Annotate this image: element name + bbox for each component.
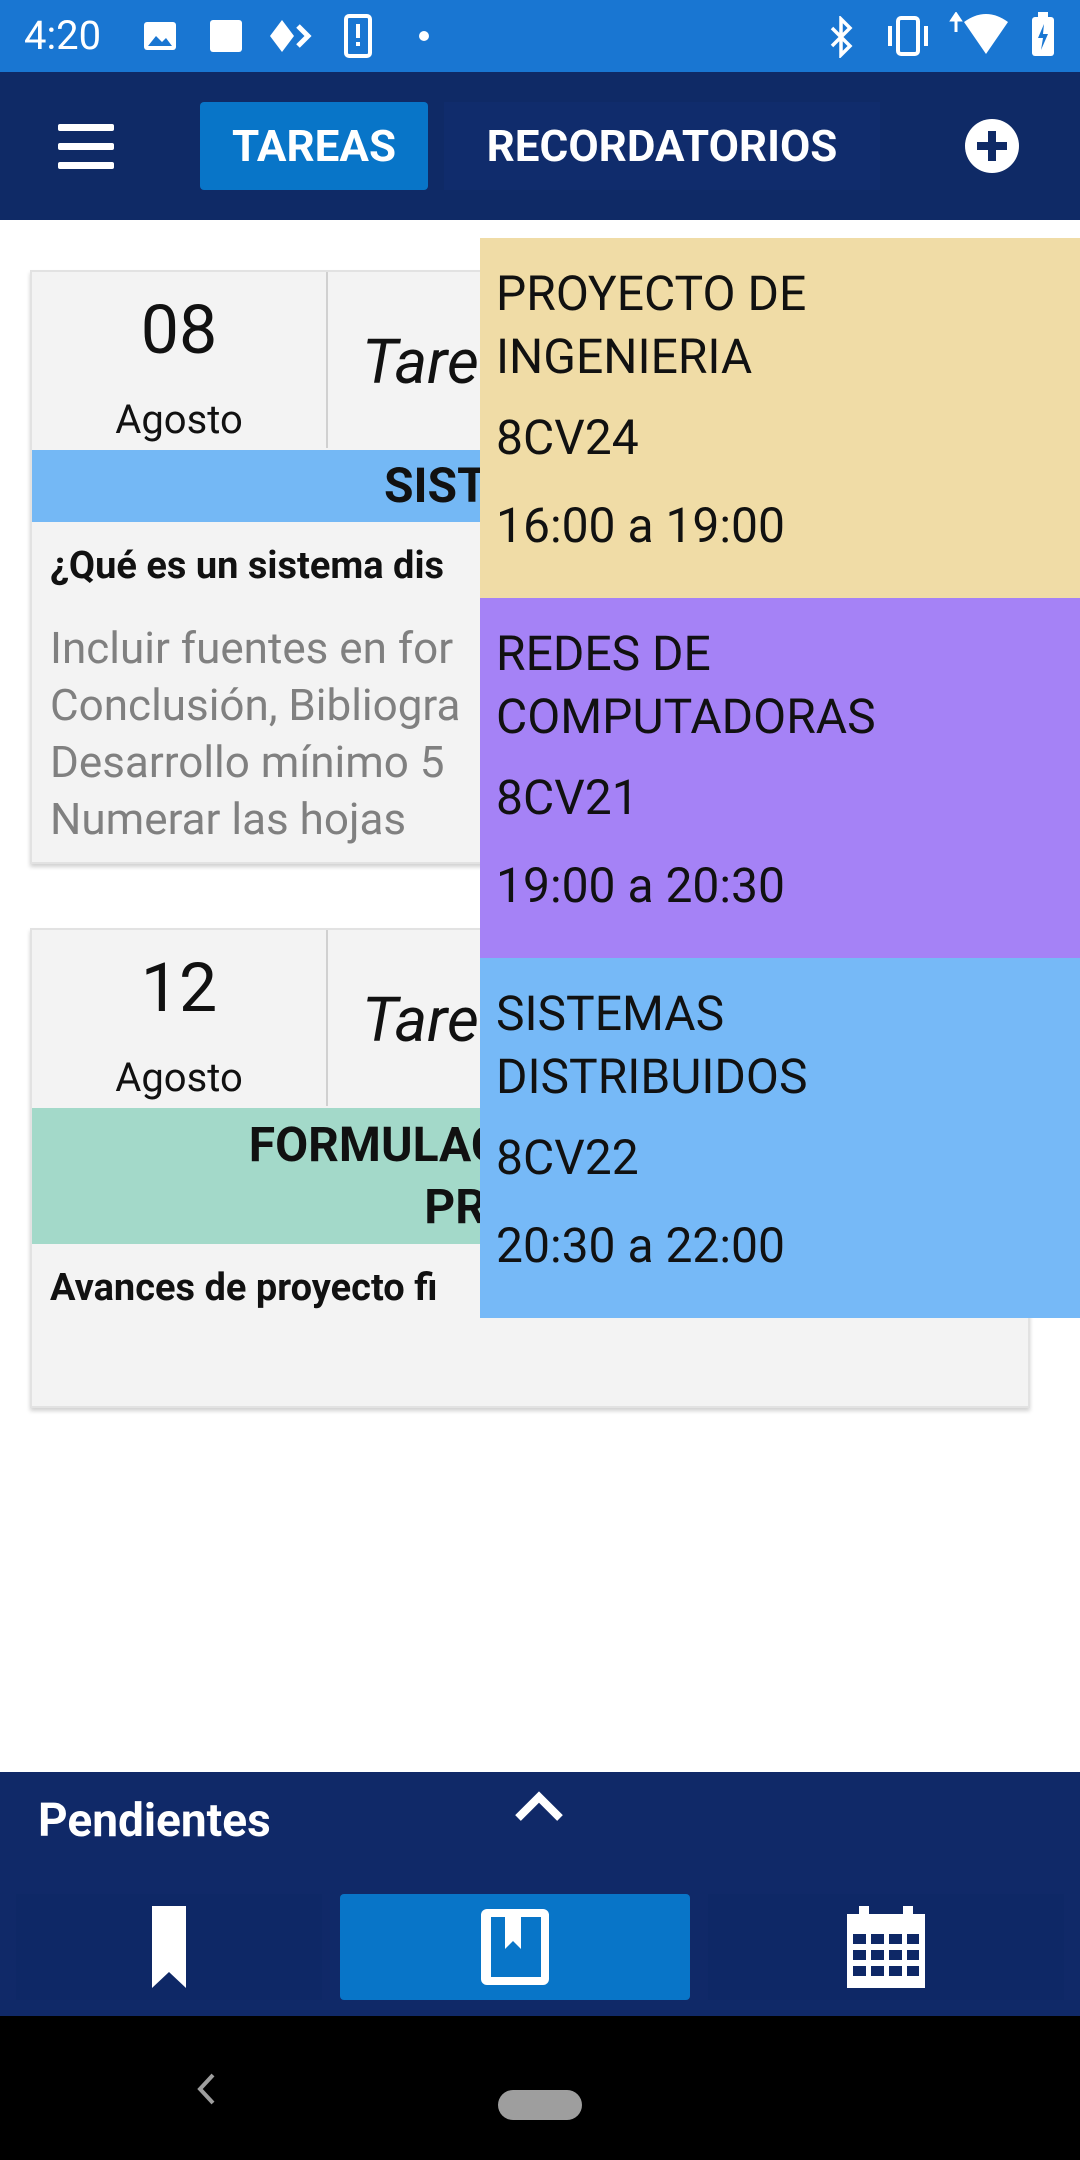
- task-title: Avances de proyecto fi: [50, 1266, 438, 1310]
- task-kind: Tare: [362, 326, 479, 399]
- schedule-subject-line: INGENIERIA: [496, 328, 753, 385]
- task-date: 08 Agosto: [32, 272, 328, 448]
- tab-recordatorios[interactable]: RECORDATORIOS: [444, 102, 880, 190]
- schedule-group: 8CV21: [496, 769, 639, 826]
- description-line: Conclusión, Bibliogra: [50, 679, 461, 731]
- schedule-subject: SISTEMAS DISTRIBUIDOS: [496, 982, 1064, 1108]
- diamond-icon: [270, 20, 312, 52]
- description-line: Numerar las hojas: [50, 793, 407, 845]
- schedule-subject-line: PROYECTO DE: [496, 265, 807, 322]
- schedule-item[interactable]: SISTEMAS DISTRIBUIDOS 8CV22 20:30 a 22:00: [480, 958, 1080, 1318]
- square-icon: [210, 20, 242, 52]
- tab-tareas[interactable]: TAREAS: [200, 102, 428, 190]
- schedule-subject: REDES DE COMPUTADORAS: [496, 622, 1064, 748]
- image-icon: [144, 22, 176, 50]
- task-date: 12 Agosto: [32, 930, 328, 1106]
- description-line: Incluir fuentes en for: [50, 622, 454, 674]
- nav-bookmark-button[interactable]: [16, 1894, 322, 2000]
- dot-icon: [419, 31, 429, 41]
- nav-calendar-button[interactable]: [708, 1894, 1064, 2000]
- schedule-subject-line: COMPUTADORAS: [496, 688, 876, 745]
- bluetooth-icon: [830, 16, 853, 58]
- calendar-icon: [847, 1906, 925, 1988]
- task-kind: Tare: [362, 984, 479, 1057]
- schedule-group: 8CV24: [496, 409, 639, 466]
- schedule-subject-line: SISTEMAS: [496, 985, 725, 1042]
- task-title: ¿Qué es un sistema dis: [50, 544, 445, 588]
- bookmark-icon: [152, 1906, 186, 1988]
- schedule-item[interactable]: PROYECTO DE INGENIERIA 8CV24 16:00 a 19:0…: [480, 238, 1080, 598]
- task-day: 08: [140, 290, 218, 370]
- schedule-subject: PROYECTO DE INGENIERIA: [496, 262, 1064, 388]
- schedule-time: 16:00 a 19:00: [496, 497, 785, 554]
- vibrate-icon: [888, 16, 928, 56]
- add-icon[interactable]: [964, 118, 1020, 174]
- pending-panel: Pendientes: [0, 1772, 1080, 2016]
- schedule-panel: PROYECTO DE INGENIERIA 8CV24 16:00 a 19:0…: [480, 238, 1080, 1318]
- task-month: Agosto: [115, 1054, 243, 1101]
- wifi-icon: [949, 12, 1008, 54]
- pending-label: Pendientes: [38, 1794, 271, 1848]
- home-button[interactable]: [498, 2090, 582, 2120]
- schedule-subject-line: DISTRIBUIDOS: [496, 1048, 808, 1105]
- task-month: Agosto: [115, 396, 243, 443]
- schedule-time: 20:30 a 22:00: [496, 1217, 785, 1274]
- task-description: Incluir fuentes en for Conclusión, Bibli…: [50, 620, 460, 848]
- status-time: 4:20: [24, 12, 102, 59]
- status-bar: 4:20: [0, 0, 1080, 72]
- battery-icon: [1032, 12, 1054, 56]
- description-line: Desarrollo mínimo 5: [50, 736, 445, 788]
- chevron-up-icon[interactable]: [514, 1790, 564, 1824]
- schedule-time: 19:00 a 20:30: [496, 857, 785, 914]
- schedule-group: 8CV22: [496, 1129, 639, 1186]
- nav-book-button[interactable]: [340, 1894, 690, 2000]
- phone-alert-icon: [344, 14, 372, 58]
- task-day: 12: [140, 948, 218, 1028]
- book-icon: [481, 1909, 549, 1985]
- menu-icon[interactable]: [58, 124, 114, 169]
- schedule-subject-line: REDES DE: [496, 625, 711, 682]
- schedule-item[interactable]: REDES DE COMPUTADORAS 8CV21 19:00 a 20:30: [480, 598, 1080, 958]
- system-nav-bar: [0, 2016, 1080, 2160]
- back-icon[interactable]: [196, 2072, 216, 2106]
- app-bar: TAREAS RECORDATORIOS: [0, 72, 1080, 220]
